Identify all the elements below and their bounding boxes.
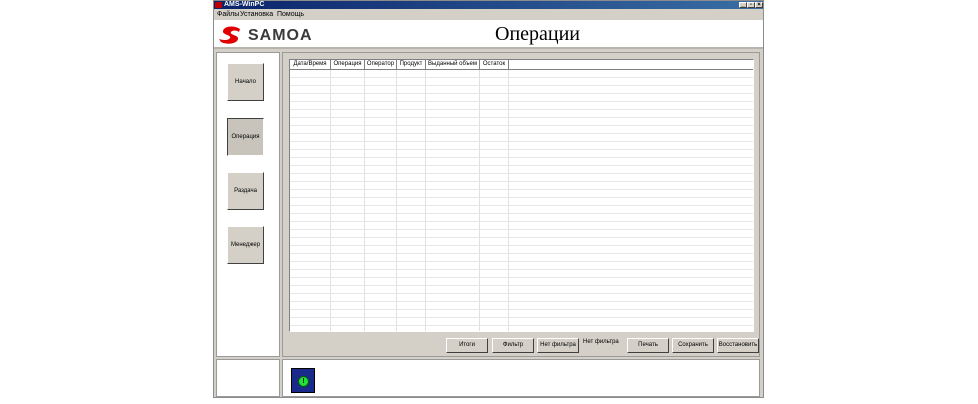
window-title: AMS-WinPC xyxy=(224,1,265,8)
save-button[interactable]: Сохранить xyxy=(672,338,714,353)
column-header-operation[interactable]: Операция xyxy=(331,60,365,69)
status-tile[interactable]: ! xyxy=(291,368,315,393)
sidebar-item-operations[interactable]: Операция xyxy=(227,118,264,156)
column-header-dispensed-volume[interactable]: Выданный объем xyxy=(426,60,480,69)
minimize-button[interactable]: _ xyxy=(739,2,747,8)
totals-button[interactable]: Итоги xyxy=(446,338,488,353)
app-icon xyxy=(215,2,222,8)
menu-setup[interactable]: Установка xyxy=(240,10,273,19)
menu-bar: Файлы Установка Помощь xyxy=(214,9,763,20)
logo-text: SAMOA xyxy=(248,27,313,44)
menu-help[interactable]: Помощь xyxy=(277,10,304,19)
footer-left-panel xyxy=(216,359,280,397)
app-window: AMS-WinPC _ ▫ × Файлы Установка Помощь S… xyxy=(213,0,764,398)
main-panel: Дата/Время Операция Оператор Продукт Выд… xyxy=(282,52,760,357)
no-filter-button[interactable]: Нет фильтра xyxy=(537,338,579,353)
filter-button[interactable]: Фильтр xyxy=(492,338,534,353)
sidebar-item-home[interactable]: Начало xyxy=(227,63,264,101)
column-header-product[interactable]: Продукт xyxy=(397,60,426,69)
column-header-operator[interactable]: Оператор xyxy=(365,60,397,69)
title-bar[interactable]: AMS-WinPC _ ▫ × xyxy=(214,1,763,9)
samoa-logo-icon xyxy=(219,26,240,44)
status-ok-icon: ! xyxy=(298,376,309,387)
menu-files[interactable]: Файлы xyxy=(217,10,239,19)
maximize-button[interactable]: ▫ xyxy=(747,2,755,8)
sidebar: Начало Операция Раздача Менеджер xyxy=(216,52,280,357)
sidebar-item-dispensing[interactable]: Раздача xyxy=(227,172,264,210)
table-header: Дата/Время Операция Оператор Продукт Выд… xyxy=(290,60,753,70)
restore-button[interactable]: Восстановить xyxy=(717,338,759,353)
print-button[interactable]: Печать xyxy=(627,338,669,353)
close-button[interactable]: × xyxy=(755,2,763,8)
table-body[interactable] xyxy=(290,70,753,331)
column-header-balance[interactable]: Остаток xyxy=(480,60,509,69)
sidebar-item-manager[interactable]: Менеджер xyxy=(227,226,264,264)
status-panel: ! xyxy=(282,359,760,397)
page-title: Операции xyxy=(495,23,581,45)
page-header: SAMOA Операции xyxy=(214,20,763,49)
column-header-datetime[interactable]: Дата/Время xyxy=(290,60,331,69)
filter-status: Нет фильтра xyxy=(583,339,619,345)
operations-table[interactable]: Дата/Время Операция Оператор Продукт Выд… xyxy=(289,59,754,332)
